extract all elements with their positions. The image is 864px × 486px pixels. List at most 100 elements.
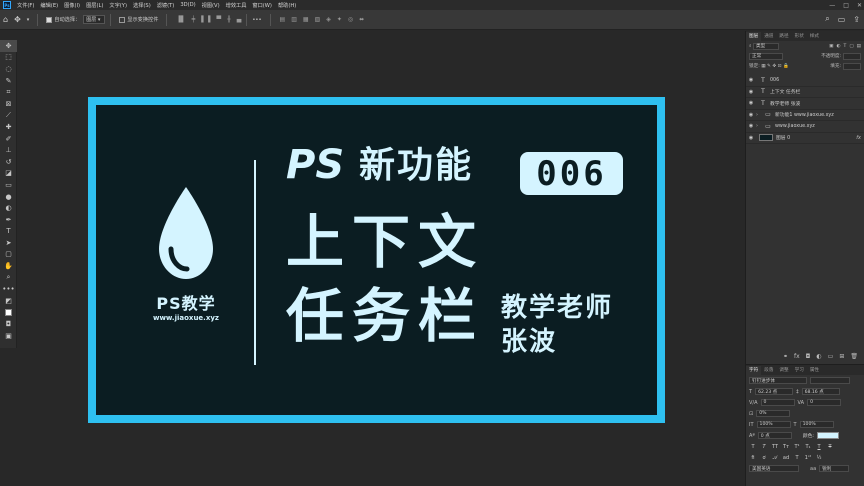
history-brush-tool-icon[interactable]: ↺ xyxy=(0,156,17,168)
filter-shape-icon[interactable]: ▢ xyxy=(849,44,853,49)
menu-image[interactable]: 图像(I) xyxy=(61,2,83,9)
shape-tool-icon[interactable]: ▢ xyxy=(0,249,17,261)
blur-tool-icon[interactable]: ● xyxy=(0,191,17,203)
filter-adjust-icon[interactable]: ◐ xyxy=(836,44,840,49)
tab-learn[interactable]: 学习 xyxy=(792,366,807,375)
stylistic-button[interactable]: ad xyxy=(782,454,790,462)
screen-mode-icon[interactable]: ▣ xyxy=(0,330,17,342)
lock-icons[interactable]: ▦ ✎ ✥ ⊡ 🔒 xyxy=(761,64,788,69)
align-center-icon[interactable]: ╪ xyxy=(192,16,196,23)
menu-select[interactable]: 选择(S) xyxy=(130,2,154,9)
distribute-icon[interactable]: ▦ xyxy=(303,16,309,23)
layer-row[interactable]: ◉ T 上下文 任务栏 xyxy=(746,87,864,98)
home-icon[interactable]: ⌂ xyxy=(3,15,8,24)
ordinal-button[interactable]: 1ˢᵗ xyxy=(804,454,812,462)
stamp-tool-icon[interactable]: ⊥ xyxy=(0,144,17,156)
align-top-icon[interactable]: ▀ xyxy=(216,16,221,23)
more-tools-icon[interactable]: ••• xyxy=(0,283,17,295)
marquee-tool-icon[interactable]: ⬚ xyxy=(0,52,17,64)
menu-edit[interactable]: 编辑(E) xyxy=(37,2,61,9)
crop-tool-icon[interactable]: ⌗ xyxy=(0,86,17,98)
strikethrough-button[interactable]: T xyxy=(826,443,834,451)
tab-paths[interactable]: 路径 xyxy=(776,32,791,41)
auto-select-dropdown[interactable]: 图层 ▾ xyxy=(83,15,106,24)
layer-filter-dropdown[interactable]: 类型 xyxy=(753,42,780,50)
dodge-tool-icon[interactable]: ◐ xyxy=(0,202,17,214)
fraction-button[interactable]: ½ xyxy=(815,454,823,462)
type-tool-icon[interactable]: T xyxy=(0,226,17,238)
menu-filter[interactable]: 滤镜(T) xyxy=(154,2,178,9)
faux-bold-button[interactable]: T xyxy=(749,443,757,451)
document-canvas[interactable]: PS教学 www.jiaoxue.xyz PS 新功能 006 上下文 任务栏 … xyxy=(88,97,665,423)
quick-mask-icon[interactable]: ◘ xyxy=(0,318,17,330)
vertical-scale-field[interactable]: 100% xyxy=(756,421,791,428)
new-layer-icon[interactable]: ⊞ xyxy=(839,353,844,360)
chevron-down-icon[interactable]: ▾ xyxy=(27,17,30,23)
fx-icon[interactable]: fx xyxy=(794,353,800,360)
default-colors-icon[interactable]: ◩ xyxy=(0,295,17,307)
share-icon[interactable]: ⇪ xyxy=(853,15,860,24)
search-icon[interactable]: ⌕ xyxy=(825,14,829,24)
hand-tool-icon[interactable]: ✋ xyxy=(0,260,17,272)
menu-3d[interactable]: 3D(D) xyxy=(177,2,198,8)
tsume-field[interactable]: 0% xyxy=(756,410,791,417)
align-bottom-icon[interactable]: ▄ xyxy=(237,16,242,23)
menu-view[interactable]: 视图(V) xyxy=(199,2,223,9)
workspace-icon[interactable]: ▭ xyxy=(838,15,846,24)
align-left-icon[interactable]: ▐▌ xyxy=(176,16,185,23)
all-caps-button[interactable]: TT xyxy=(771,443,779,451)
distribute-icon[interactable]: ▥ xyxy=(291,16,297,23)
discretionary-ligature-button[interactable]: ơ xyxy=(760,454,768,462)
layer-group-row[interactable]: ◉ › ▭ www.jiaoxue.xyz xyxy=(746,121,864,133)
text-color-swatch[interactable] xyxy=(817,432,839,439)
link-icon[interactable]: ⚭ xyxy=(783,353,788,360)
foreground-color-swatch[interactable] xyxy=(5,308,12,316)
align-middle-icon[interactable]: ╫ xyxy=(227,16,231,23)
3d-mode-icon[interactable]: ◈ xyxy=(326,16,331,23)
horizontal-scale-field[interactable]: 100% xyxy=(799,421,834,428)
tab-styles[interactable]: 样式 xyxy=(807,32,822,41)
zoom-tool-icon[interactable]: ⌕ xyxy=(0,272,17,284)
opacity-field[interactable] xyxy=(843,52,861,60)
new-group-icon[interactable]: ▭ xyxy=(828,353,834,360)
font-style-dropdown[interactable] xyxy=(810,377,850,384)
move-tool-icon[interactable]: ✥ xyxy=(14,15,21,24)
fill-field[interactable] xyxy=(843,62,861,70)
eye-icon[interactable]: ◉ xyxy=(746,77,756,83)
tab-paragraph[interactable]: 段落 xyxy=(761,366,776,375)
titling-button[interactable]: T xyxy=(793,454,801,462)
color-swatches-icon[interactable] xyxy=(0,307,17,319)
trash-icon[interactable]: 🗑 xyxy=(850,353,858,360)
3d-mode-icon[interactable]: ✦ xyxy=(337,16,342,23)
maximize-icon[interactable]: □ xyxy=(843,2,849,9)
menu-plugins[interactable]: 增效工具 xyxy=(223,2,250,9)
tab-adjustments[interactable]: 调整 xyxy=(776,366,791,375)
tab-layers[interactable]: 图层 xyxy=(746,32,762,41)
language-dropdown[interactable]: 美国英语 xyxy=(749,465,799,472)
filter-pixel-icon[interactable]: ▣ xyxy=(829,44,833,49)
underline-button[interactable]: T xyxy=(815,443,823,451)
filter-type-icon[interactable]: T xyxy=(844,44,847,49)
eraser-tool-icon[interactable]: ◪ xyxy=(0,168,17,180)
eye-icon[interactable]: ◉ xyxy=(746,112,756,118)
baseline-shift-field[interactable]: 0 点 xyxy=(757,432,792,439)
menu-layer[interactable]: 图层(L) xyxy=(83,2,106,9)
eye-icon[interactable]: ◉ xyxy=(746,135,756,141)
close-icon[interactable]: ✕ xyxy=(857,2,862,9)
menu-file[interactable]: 文件(F) xyxy=(14,2,37,9)
quick-select-tool-icon[interactable]: ✎ xyxy=(0,75,17,87)
move-tool-icon[interactable]: ✥ xyxy=(0,40,17,52)
path-select-tool-icon[interactable]: ➤ xyxy=(0,237,17,249)
more-options-button[interactable]: ••• xyxy=(252,17,261,23)
menu-help[interactable]: 帮助(H) xyxy=(275,2,299,9)
swash-button[interactable]: 𝒜 xyxy=(771,454,779,462)
distribute-icon[interactable]: ▧ xyxy=(315,16,321,23)
ligature-button[interactable]: fi xyxy=(749,454,757,462)
eye-icon[interactable]: ◉ xyxy=(746,123,756,129)
subscript-button[interactable]: T₁ xyxy=(804,443,812,451)
blend-mode-dropdown[interactable]: 正常 xyxy=(749,52,783,60)
gradient-tool-icon[interactable]: ▭ xyxy=(0,179,17,191)
eyedropper-tool-icon[interactable]: ⟋ xyxy=(0,110,17,122)
pen-tool-icon[interactable]: ✒ xyxy=(0,214,17,226)
font-family-dropdown[interactable]: 钉钉进步体 xyxy=(749,377,807,384)
